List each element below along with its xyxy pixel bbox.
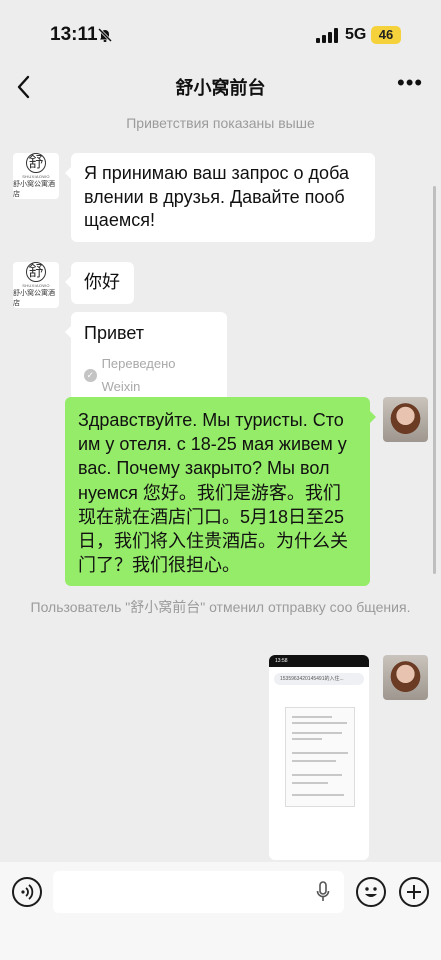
hotel-avatar[interactable]: 舒 SHUXIAOWO 舒小窝公寓酒店	[13, 262, 59, 308]
translated-by: Переведено Weixin	[101, 355, 176, 395]
message-input[interactable]	[53, 871, 344, 913]
status-bar: 13:11 5G 46	[0, 0, 441, 64]
chat-title: 舒小窝前台	[175, 78, 266, 98]
microphone-icon[interactable]	[316, 881, 330, 903]
battery-icon: 46	[371, 26, 401, 44]
hotel-logo-cn: 舒小窝公寓酒店	[13, 290, 55, 307]
image-status-time: 13:58	[269, 655, 369, 667]
hotel-logo-icon: 舒	[26, 153, 46, 173]
hotel-logo-cn: 舒小窝公寓酒店	[13, 181, 55, 198]
translated-label: ✓ Переведено Weixin	[84, 352, 214, 399]
chat-header: 舒小窝前台 •••	[0, 64, 441, 110]
message-bubble[interactable]: 你好	[65, 262, 134, 304]
input-bar	[0, 862, 441, 960]
status-time: 13:11	[50, 24, 98, 45]
message-bubble[interactable]: Я принимаю ваш запрос о доба влении в др…	[65, 153, 375, 242]
more-icon[interactable]: •••	[397, 72, 423, 96]
message-text: Здравствуйте. Мы туристы. Сто им у отеля…	[78, 410, 348, 576]
emoji-icon[interactable]	[356, 877, 386, 907]
translation-text: Привет	[84, 323, 145, 343]
message-text: Я принимаю ваш запрос о доба влении в др…	[84, 163, 349, 230]
message-text: 你好	[84, 272, 120, 292]
image-url: 1535963420145491的入住...	[274, 673, 364, 685]
translation-bubble[interactable]: Привет ✓ Переведено Weixin	[65, 312, 227, 408]
greeting-note: Приветствия показаны выше	[126, 115, 315, 131]
voice-icon[interactable]	[12, 877, 42, 907]
signal-icon	[316, 27, 338, 43]
user-avatar[interactable]	[383, 655, 428, 700]
bell-muted-icon	[97, 27, 113, 43]
hotel-logo-icon: 舒	[26, 262, 46, 282]
user-avatar[interactable]	[383, 397, 428, 442]
recall-note: Пользователь "舒小窝前台" отменил отправку со…	[30, 599, 411, 615]
image-document	[285, 707, 355, 807]
network-type: 5G	[345, 26, 367, 43]
plus-icon[interactable]	[399, 877, 429, 907]
image-message[interactable]: 13:58 1535963420145491的入住...	[269, 655, 369, 860]
scrollbar[interactable]	[433, 186, 436, 574]
own-message-bubble[interactable]: Здравствуйте. Мы туристы. Сто им у отеля…	[65, 397, 376, 587]
hotel-avatar[interactable]: 舒 SHUXIAOWO 舒小窝公寓酒店	[13, 153, 59, 199]
check-icon: ✓	[84, 368, 97, 382]
